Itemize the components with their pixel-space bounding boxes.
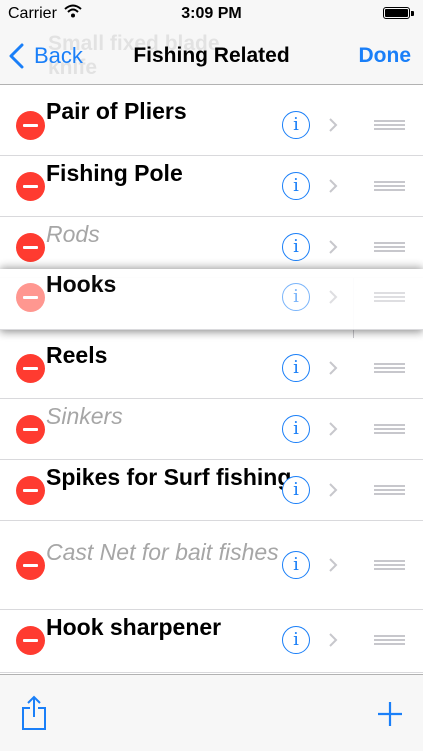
item-label: Cast Net for bait fishes: [46, 539, 279, 565]
chevron-right-icon: [329, 240, 338, 254]
reorder-grip-icon[interactable]: [374, 292, 405, 303]
navigation-bar: Small fixed blade knife Back Fishing Rel…: [0, 28, 423, 85]
info-icon[interactable]: i: [282, 551, 310, 579]
status-bar: Carrier 3:09 PM: [0, 0, 423, 28]
item-label: Hook sharpener: [46, 614, 222, 640]
info-icon[interactable]: i: [282, 354, 310, 382]
chevron-right-icon: [329, 558, 338, 572]
battery-icon: [383, 7, 415, 21]
reorder-grip-icon[interactable]: [374, 363, 405, 374]
dragging-list-item[interactable]: Hooks i: [0, 269, 423, 330]
reorder-grip-icon[interactable]: [374, 424, 405, 435]
reorder-grip-icon[interactable]: [374, 560, 405, 571]
bottom-toolbar: [0, 674, 423, 751]
list-item[interactable]: Cast Net for bait fishes i: [0, 521, 423, 610]
delete-minus-icon[interactable]: [16, 354, 45, 383]
info-icon[interactable]: i: [282, 283, 310, 311]
reorder-grip-icon[interactable]: [374, 242, 405, 253]
reorder-grip-icon[interactable]: [374, 181, 405, 192]
item-label: Pair of Pliers: [46, 98, 187, 124]
chevron-right-icon: [329, 290, 338, 304]
chevron-right-icon: [329, 633, 338, 647]
delete-minus-icon[interactable]: [16, 476, 45, 505]
chevron-right-icon: [329, 179, 338, 193]
share-icon[interactable]: [21, 695, 47, 731]
delete-minus-icon[interactable]: [16, 551, 45, 580]
reorder-grip-icon[interactable]: [374, 485, 405, 496]
info-icon[interactable]: i: [282, 626, 310, 654]
done-button[interactable]: Done: [359, 44, 412, 68]
chevron-right-icon: [329, 118, 338, 132]
info-icon[interactable]: i: [282, 233, 310, 261]
reorder-grip-icon[interactable]: [374, 635, 405, 646]
status-time: 3:09 PM: [181, 5, 242, 22]
delete-minus-icon[interactable]: [16, 111, 45, 140]
delete-minus-icon[interactable]: [16, 172, 45, 201]
delete-minus-icon[interactable]: [16, 233, 45, 262]
chevron-right-icon: [329, 361, 338, 375]
list-item[interactable]: Reels i: [0, 338, 423, 399]
item-label: Fishing Pole: [46, 160, 183, 186]
info-icon[interactable]: i: [282, 172, 310, 200]
delete-minus-icon[interactable]: [16, 415, 45, 444]
delete-minus-icon[interactable]: [16, 626, 45, 655]
item-label: Spikes for Surf fishing: [46, 464, 292, 490]
item-list[interactable]: Pair of Pliers i Fishing Pole i Rods i R…: [0, 85, 423, 673]
info-icon[interactable]: i: [282, 111, 310, 139]
item-label: Sinkers: [46, 403, 123, 429]
item-label: Reels: [46, 342, 108, 368]
chevron-right-icon: [329, 422, 338, 436]
list-item[interactable]: Spikes for Surf fishing i: [0, 460, 423, 521]
item-label: Hooks: [46, 271, 117, 297]
item-label: Rods: [46, 221, 100, 247]
list-item[interactable]: Fishing Pole i: [0, 156, 423, 217]
list-item[interactable]: Pair of Pliers i: [0, 85, 423, 156]
info-icon[interactable]: i: [282, 415, 310, 443]
list-item[interactable]: Hook sharpener i: [0, 610, 423, 673]
reorder-grip-icon[interactable]: [374, 120, 405, 131]
list-item[interactable]: Sinkers i: [0, 399, 423, 460]
info-icon[interactable]: i: [282, 476, 310, 504]
delete-minus-icon[interactable]: [16, 283, 45, 312]
plus-icon[interactable]: [377, 701, 403, 727]
chevron-right-icon: [329, 483, 338, 497]
